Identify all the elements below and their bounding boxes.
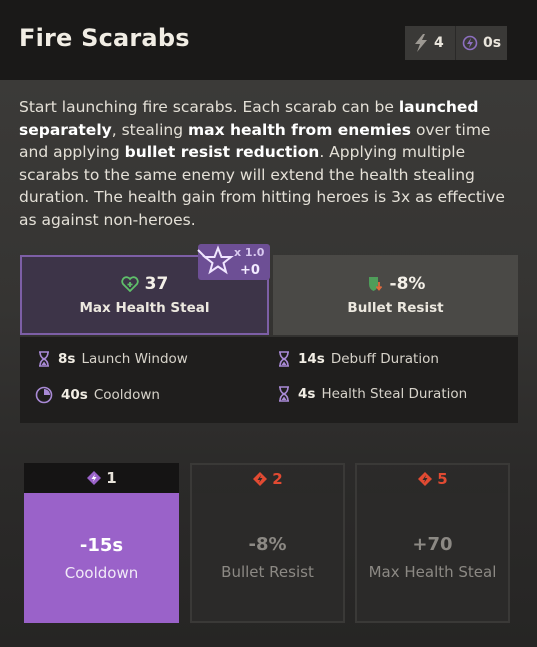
upgrade-label: Cooldown [64, 563, 139, 582]
debuff-duration-label: Debuff Duration [330, 351, 439, 367]
spirit-scaling-bonus: +0 [240, 263, 260, 278]
bullet-resist-value: -8% [389, 274, 426, 294]
desc-highlight: bullet resist reduction [124, 143, 320, 162]
upgrade-body: -15s Cooldown [24, 493, 179, 623]
upgrade-value: -15s [79, 534, 124, 556]
upgrade-value: -8% [248, 533, 287, 555]
hourglass-icon [39, 351, 49, 367]
spirit-scaling-multiplier: x 1.0 [234, 246, 265, 259]
launch-window-property: 8s Launch Window [38, 351, 188, 367]
cooldown-label: Cooldown [93, 387, 160, 403]
upgrade-tier-2[interactable]: 2 -8% Bullet Resist [190, 463, 345, 623]
secondary-properties: 8s Launch Window 14s Debuff Duration 40s… [20, 337, 518, 423]
desc-text: Start launching fire scarabs. Each scara… [19, 98, 399, 116]
hourglass-icon [279, 386, 289, 402]
spirit-star-icon [197, 245, 234, 275]
ability-point-icon [253, 472, 268, 486]
bullet-resist-property: -8% Bullet Resist [273, 255, 518, 335]
shield-down-icon [368, 277, 382, 291]
cast-time-icon [462, 35, 478, 51]
ability-header: Fire Scarabs 4 0s [0, 0, 537, 80]
heart-plus-icon [121, 276, 139, 292]
upgrade-cost: 5 [357, 465, 508, 493]
ability-point-icon [418, 472, 433, 486]
desc-highlight: max health from enemies [188, 120, 412, 139]
max-health-steal-value: 37 [144, 274, 169, 294]
ability-upgrades: 1 -15s Cooldown 2 -8% Bullet Resist 5 +7… [24, 463, 514, 623]
charges-stat: 4 [405, 26, 455, 60]
cooldown-value: 40s [61, 387, 88, 403]
health-steal-duration-label: Health Steal Duration [321, 386, 468, 402]
upgrade-value: +70 [412, 533, 453, 555]
upgrade-cost-value: 2 [272, 470, 283, 488]
charges-value: 4 [434, 35, 444, 51]
upgrade-cost-value: 1 [106, 469, 117, 487]
ability-title: Fire Scarabs [19, 24, 190, 52]
upgrade-cost: 2 [192, 465, 343, 493]
upgrade-label: Bullet Resist [221, 562, 314, 581]
upgrade-label: Max Health Steal [368, 562, 497, 581]
ability-stats: 4 0s [405, 26, 507, 60]
ability-point-icon [87, 471, 102, 485]
max-health-steal-label: Max Health Steal [79, 300, 210, 316]
upgrade-body: -8% Bullet Resist [192, 493, 343, 621]
upgrade-body: +70 Max Health Steal [357, 493, 508, 621]
launch-window-label: Launch Window [81, 351, 188, 367]
cast-time-stat: 0s [455, 26, 501, 60]
upgrade-tier-1[interactable]: 1 -15s Cooldown [24, 463, 179, 623]
lightning-icon [415, 34, 427, 52]
bullet-resist-label: Bullet Resist [347, 300, 444, 316]
cooldown-icon [35, 386, 53, 404]
ability-description: Start launching fire scarabs. Each scara… [19, 96, 524, 232]
health-steal-duration-property: 4s Health Steal Duration [278, 386, 467, 402]
upgrade-tier-3[interactable]: 5 +70 Max Health Steal [355, 463, 510, 623]
cast-time-value: 0s [483, 35, 502, 51]
desc-text: , stealing [111, 120, 188, 139]
upgrade-cost: 1 [24, 463, 179, 493]
debuff-duration-property: 14s Debuff Duration [278, 351, 439, 367]
debuff-duration-value: 14s [298, 351, 325, 367]
upgrade-cost-value: 5 [437, 470, 448, 488]
cooldown-property: 40s Cooldown [35, 386, 160, 404]
health-steal-duration-value: 4s [298, 386, 316, 402]
launch-window-value: 8s [58, 351, 76, 367]
hourglass-icon [279, 351, 289, 367]
